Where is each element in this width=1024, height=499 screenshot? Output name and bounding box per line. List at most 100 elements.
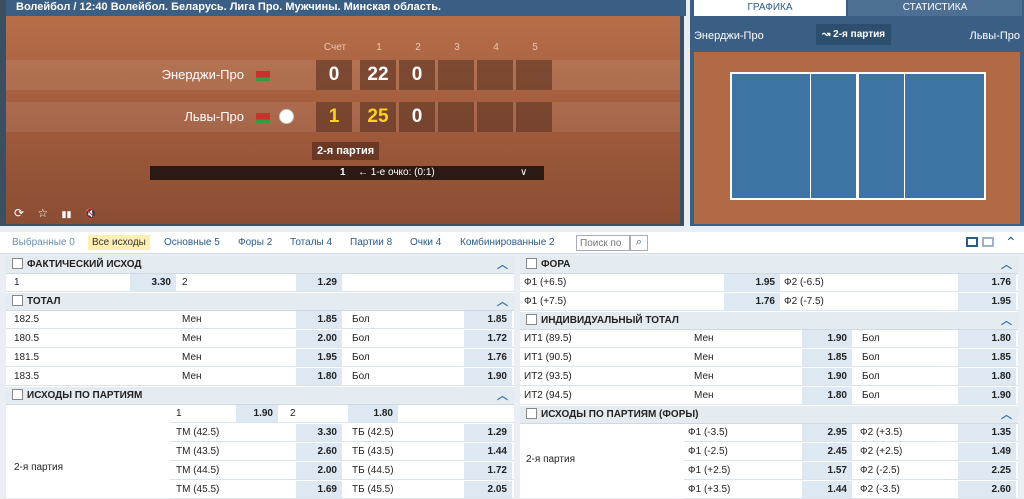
collapse-all-icon[interactable]: ⌃ — [1005, 234, 1017, 251]
odds-button[interactable]: 1.90 — [802, 368, 852, 385]
team1-set2: 0 — [399, 60, 435, 90]
market-row: ТМ (42.5) 3.30 ТБ (42.5) 1.29 — [170, 424, 514, 442]
market-header[interactable]: ФАКТИЧЕСКИЙ ИСХОД ︿ — [6, 256, 514, 274]
outcome-label: Ф1 (-3.5) — [688, 427, 728, 438]
odds-button[interactable]: 1.57 — [802, 462, 852, 479]
market-header[interactable]: ИСХОДЫ ПО ПАРТИЯМ ︿ — [6, 387, 514, 405]
tab-totals[interactable]: Тоталы 4 — [290, 237, 332, 248]
odds-button[interactable]: 1.90 — [958, 387, 1016, 404]
odds-button[interactable]: 1.85 — [296, 311, 342, 328]
outcome-label: ТБ (44.5) — [352, 465, 394, 476]
outcome-label: 182.5 — [14, 314, 40, 325]
two-column-view-icon[interactable] — [966, 237, 978, 247]
outcome-label: Ф2 (-2.5) — [860, 465, 900, 476]
odds-button[interactable]: 2.60 — [296, 443, 342, 460]
chevron-up-icon[interactable]: ︿ — [497, 293, 508, 311]
mute-icon[interactable]: 🔇 — [85, 209, 97, 220]
market-checkbox[interactable] — [526, 313, 537, 325]
market-checkbox[interactable] — [12, 294, 23, 306]
graphic-team1: Энерджи-Про — [694, 30, 764, 42]
odds-button[interactable]: 2.00 — [296, 330, 342, 347]
odds-button[interactable]: 2.00 — [296, 462, 342, 479]
odds-button[interactable]: 1.80 — [958, 368, 1016, 385]
tab-all-outcomes[interactable]: Все исходы — [88, 235, 150, 250]
search-input[interactable] — [576, 235, 630, 251]
odds-button[interactable]: 2.25 — [958, 462, 1016, 479]
market-checkbox[interactable] — [526, 257, 537, 269]
star-icon[interactable]: ☆ — [37, 206, 48, 220]
outcome-label: ИТ1 (89.5) — [524, 333, 572, 344]
tab-parts[interactable]: Партии 8 — [350, 237, 392, 248]
market-header[interactable]: ИСХОДЫ ПО ПАРТИЯМ (ФОРЫ) ︿ — [520, 406, 1018, 424]
odds-button[interactable]: 2.60 — [958, 481, 1016, 498]
outcome-label: ИТ2 (94.5) — [524, 390, 572, 401]
score-header: Счет — [323, 42, 347, 53]
refresh-icon[interactable]: ⟳ — [14, 206, 24, 220]
chevron-up-icon[interactable]: ︿ — [497, 387, 508, 405]
odds-button[interactable]: 1.69 — [296, 481, 342, 498]
point-bar[interactable]: 1 ← 1-е очко: (0:1) ∨ — [150, 166, 544, 180]
odds-button[interactable]: 2.45 — [802, 443, 852, 460]
market-checkbox[interactable] — [12, 388, 23, 400]
odds-button[interactable]: 1.76 — [464, 349, 512, 366]
tab-selected[interactable]: Выбранные 0 — [12, 237, 75, 248]
odds-button[interactable]: 1.95 — [296, 349, 342, 366]
team2-set1: 25 — [360, 102, 396, 132]
tab-points[interactable]: Очки 4 — [410, 237, 441, 248]
market-header[interactable]: ФОРА ︿ — [520, 256, 1018, 274]
one-column-view-icon[interactable] — [982, 237, 994, 247]
chevron-up-icon[interactable]: ︿ — [1001, 312, 1012, 330]
team1-set1: 22 — [360, 60, 396, 90]
outcome-label: Бол — [352, 352, 370, 363]
odds-button[interactable]: 1.35 — [958, 424, 1016, 441]
outcome-label: ИТ2 (93.5) — [524, 371, 572, 382]
chevron-up-icon[interactable]: ︿ — [497, 256, 508, 274]
odds-button[interactable]: 1.80 — [802, 387, 852, 404]
chevron-up-icon[interactable]: ︿ — [1001, 406, 1012, 424]
odds-button[interactable]: 1.80 — [348, 405, 398, 422]
odds-button[interactable]: 1.29 — [464, 424, 512, 441]
tab-main[interactable]: Основные 5 — [164, 237, 220, 248]
odds-button[interactable]: 3.30 — [296, 424, 342, 441]
outcome-label: Мен — [694, 333, 714, 344]
market-header[interactable]: ТОТАЛ ︿ — [6, 293, 514, 311]
odds-button[interactable]: 1.85 — [802, 349, 852, 366]
odds-button[interactable]: 3.30 — [130, 274, 176, 291]
odds-button[interactable]: 1.90 — [236, 405, 278, 422]
odds-button[interactable]: 1.80 — [958, 330, 1016, 347]
outcome-label: Мен — [694, 352, 714, 363]
odds-button[interactable]: 1.95 — [958, 293, 1016, 310]
outcome-label: 2 — [290, 408, 296, 419]
odds-button[interactable]: 1.80 — [296, 368, 342, 385]
chevron-up-icon[interactable]: ︿ — [1001, 256, 1012, 274]
set-header: 4 — [493, 42, 499, 53]
odds-button[interactable]: 1.72 — [464, 330, 512, 347]
market-checkbox[interactable] — [526, 407, 537, 419]
tab-handicaps[interactable]: Форы 2 — [238, 237, 272, 248]
odds-button[interactable]: 1.76 — [724, 293, 780, 310]
tab-graphic[interactable]: ГРАФИКА — [694, 0, 846, 16]
odds-button[interactable]: 1.29 — [296, 274, 342, 291]
odds-button[interactable]: 1.72 — [464, 462, 512, 479]
market-row: ИТ2 (93.5) Мен 1.90 Бол 1.80 — [520, 368, 1018, 386]
odds-button[interactable]: 1.95 — [724, 274, 780, 291]
stats-icon[interactable]: ▮▮ — [62, 209, 72, 219]
market-header[interactable]: ИНДИВИДУАЛЬНЫЙ ТОТАЛ ︿ — [520, 312, 1018, 330]
odds-button[interactable]: 1.76 — [958, 274, 1016, 291]
odds-button[interactable]: 1.90 — [802, 330, 852, 347]
odds-button[interactable]: 1.44 — [802, 481, 852, 498]
market-checkbox[interactable] — [12, 257, 23, 269]
part-label: 2-я партия — [526, 454, 575, 465]
odds-button[interactable]: 2.95 — [802, 424, 852, 441]
odds-button[interactable]: 1.90 — [464, 368, 512, 385]
odds-button[interactable]: 1.49 — [958, 443, 1016, 460]
chevron-down-icon[interactable]: ∨ — [520, 166, 527, 180]
odds-button[interactable]: 1.85 — [464, 311, 512, 328]
search-icon[interactable]: ⌕ — [630, 235, 648, 251]
odds-button[interactable]: 1.85 — [958, 349, 1016, 366]
tab-statistics[interactable]: СТАТИСТИКА — [848, 0, 1022, 16]
belarus-flag-icon — [256, 71, 270, 81]
odds-button[interactable]: 2.05 — [464, 481, 512, 498]
odds-button[interactable]: 1.44 — [464, 443, 512, 460]
tab-combined[interactable]: Комбинированные 2 — [460, 237, 555, 248]
